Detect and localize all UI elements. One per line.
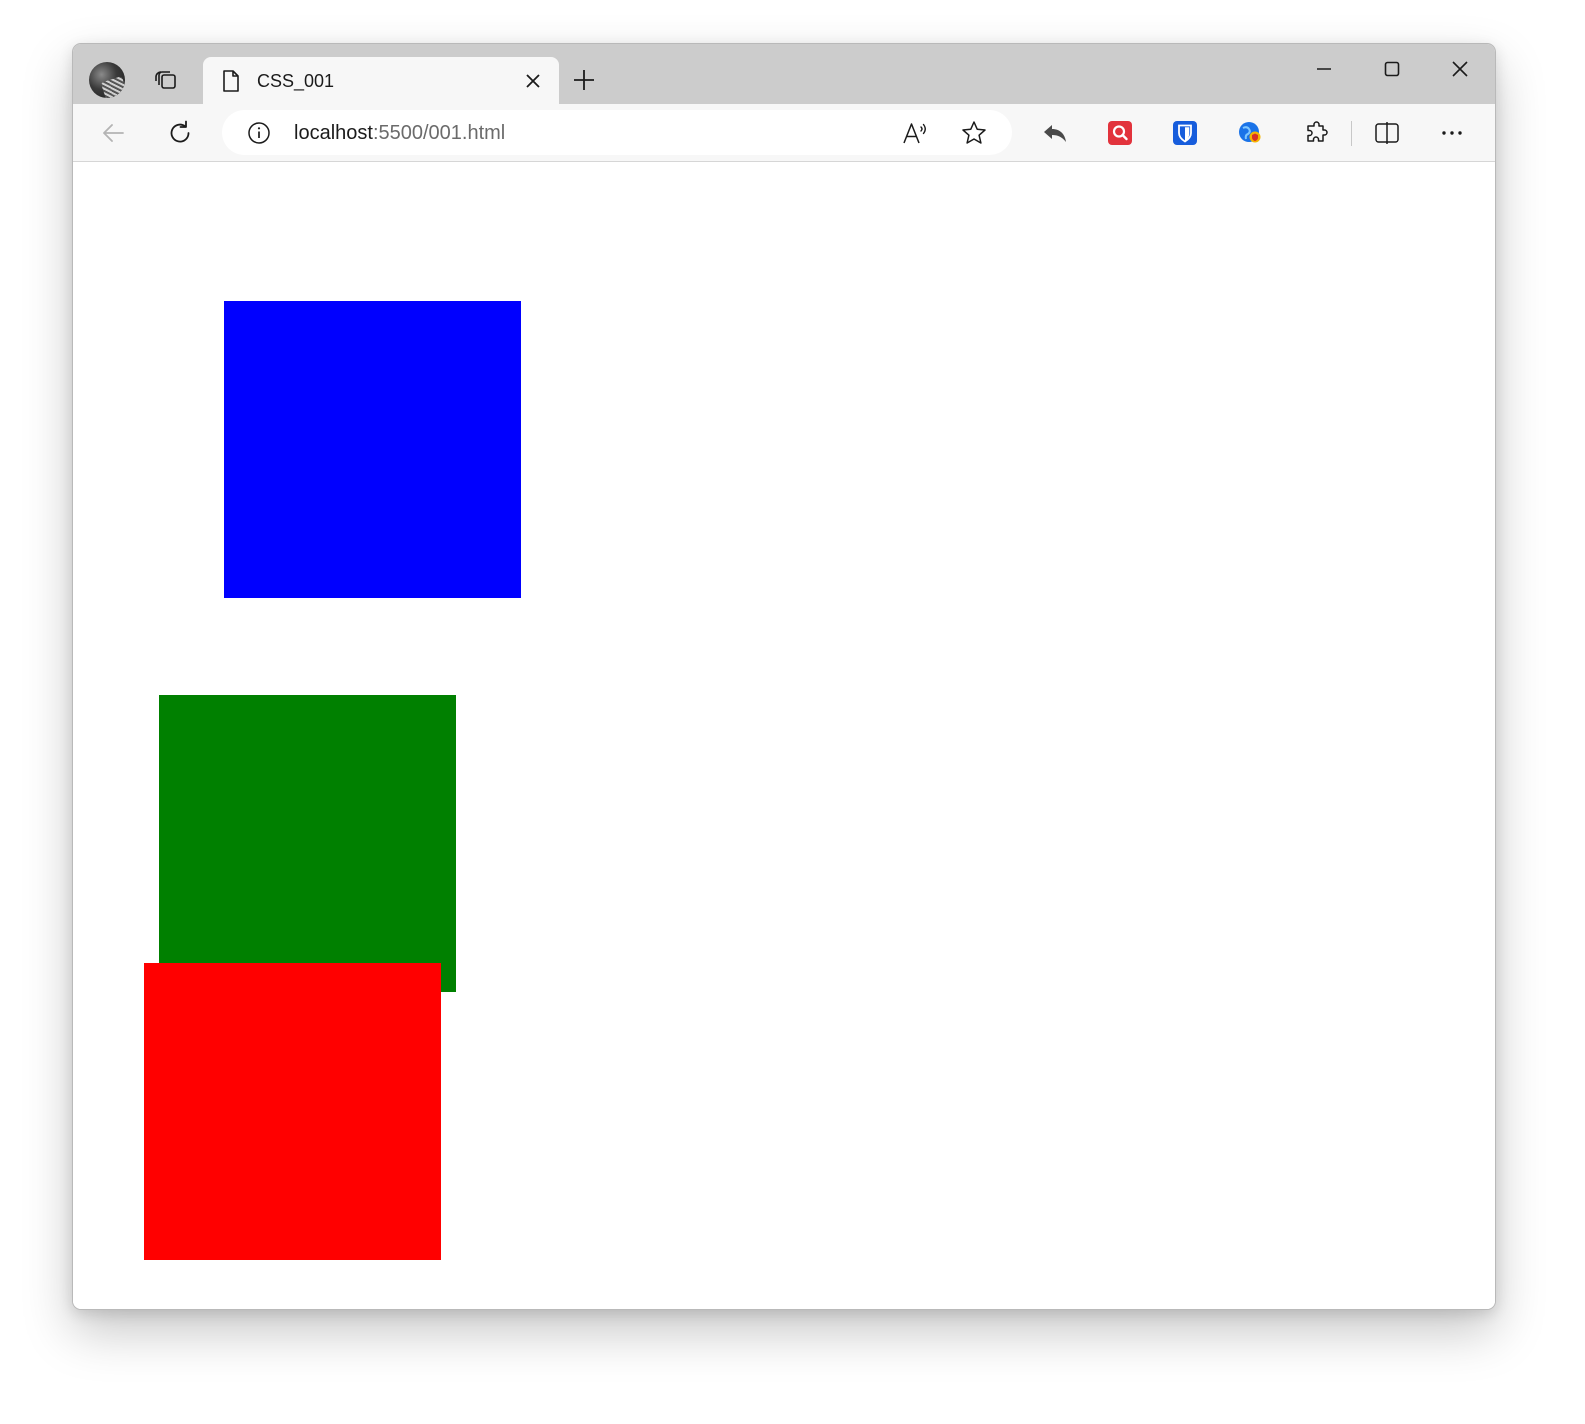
- close-icon: [526, 74, 540, 88]
- split-screen-button[interactable]: [1370, 116, 1404, 150]
- share-button[interactable]: [1038, 116, 1072, 150]
- page-content: [73, 162, 1495, 1309]
- plus-icon: [574, 70, 594, 90]
- red-box: [144, 963, 441, 1260]
- toolbar-divider: [1351, 121, 1352, 146]
- bitwarden-extension-button[interactable]: [1168, 116, 1202, 150]
- read-aloud-button[interactable]: [899, 117, 931, 149]
- back-button[interactable]: [97, 116, 131, 150]
- tab-title: CSS_001: [257, 71, 335, 91]
- address-bar[interactable]: localhost:5500/001.html: [222, 110, 1012, 155]
- more-icon: [1442, 131, 1462, 135]
- globe-extension-button[interactable]: [1233, 116, 1267, 150]
- page-icon: [223, 70, 239, 92]
- bitwarden-shield-icon: [1173, 121, 1197, 145]
- blue-box: [224, 301, 521, 598]
- url-path: :5500/001.html: [372, 122, 506, 144]
- refresh-icon: [170, 120, 190, 143]
- close-window-button[interactable]: [1437, 54, 1483, 84]
- new-tab-button[interactable]: [569, 65, 599, 95]
- more-button[interactable]: [1435, 116, 1469, 150]
- search-extension-icon: [1108, 121, 1132, 145]
- tab-actions-icon[interactable]: [151, 66, 181, 96]
- close-icon: [1452, 61, 1468, 77]
- title-bar: CSS_001: [73, 44, 1495, 104]
- maximize-button[interactable]: [1369, 54, 1415, 84]
- extensions-button[interactable]: [1299, 116, 1333, 150]
- back-arrow-icon: [103, 124, 124, 142]
- minimize-button[interactable]: [1301, 54, 1347, 84]
- read-aloud-icon: [903, 123, 926, 144]
- info-icon[interactable]: [247, 121, 271, 145]
- url-text[interactable]: localhost:5500/001.html: [294, 122, 505, 144]
- star-icon: [962, 121, 986, 144]
- green-box: [159, 695, 456, 992]
- refresh-button[interactable]: [163, 116, 197, 150]
- browser-window: CSS_001 localhost:5500/001.html: [72, 43, 1496, 1310]
- search-extension-button[interactable]: [1103, 116, 1137, 150]
- url-host: localhost: [294, 122, 373, 144]
- puzzle-icon: [1307, 121, 1328, 142]
- minimize-icon: [1317, 68, 1331, 70]
- favorite-button[interactable]: [958, 117, 990, 149]
- close-tab-button[interactable]: [521, 69, 545, 93]
- globe-extension-icon: [1239, 122, 1261, 143]
- reply-arrow-icon: [1044, 125, 1066, 142]
- tab-active[interactable]: CSS_001: [203, 57, 559, 104]
- toolbar: localhost:5500/001.html: [73, 104, 1495, 162]
- split-screen-icon: [1375, 122, 1399, 144]
- profile-avatar[interactable]: [89, 62, 125, 98]
- maximize-icon: [1384, 61, 1400, 77]
